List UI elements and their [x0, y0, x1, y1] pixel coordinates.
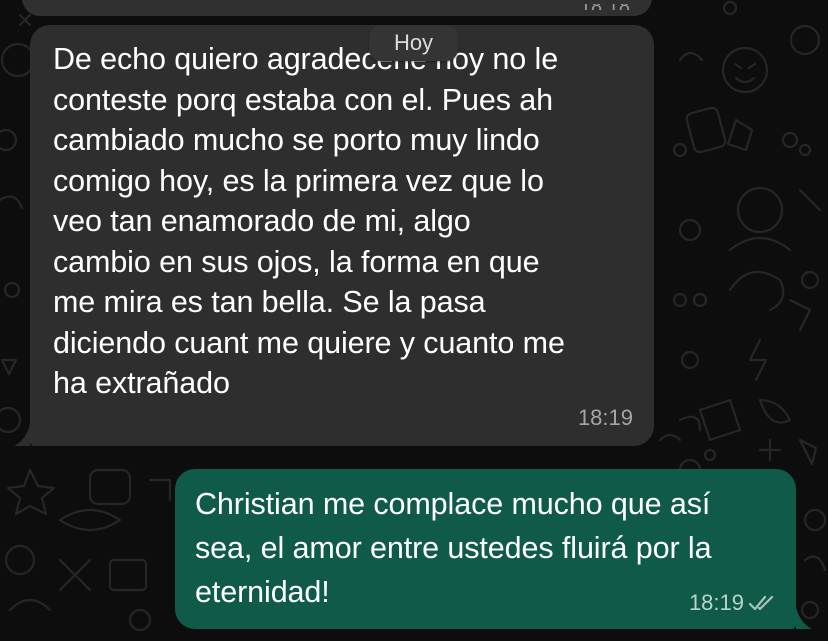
- outgoing-message-bubble[interactable]: Christian me complace mucho que así sea,…: [175, 469, 796, 629]
- message-timestamp: 18:19: [577, 405, 633, 430]
- previous-message-bubble[interactable]: 18:18: [22, 0, 652, 16]
- double-check-icon: [748, 594, 776, 612]
- message-timestamp: 18:19: [688, 590, 744, 615]
- message-timestamp: 18:18: [580, 4, 630, 10]
- incoming-message-bubble[interactable]: De echo quiero agradecerle hoy no le con…: [30, 25, 654, 446]
- message-meta: 18:19: [689, 590, 776, 616]
- bubble-tail-icon: [14, 424, 30, 446]
- chat-conversation[interactable]: 18:18 De echo quiero agradecerle hoy no …: [0, 0, 828, 641]
- bubble-tail-icon: [796, 607, 812, 629]
- date-separator: Hoy: [369, 25, 458, 61]
- message-text: De echo quiero agradecerle hoy no le con…: [53, 42, 565, 400]
